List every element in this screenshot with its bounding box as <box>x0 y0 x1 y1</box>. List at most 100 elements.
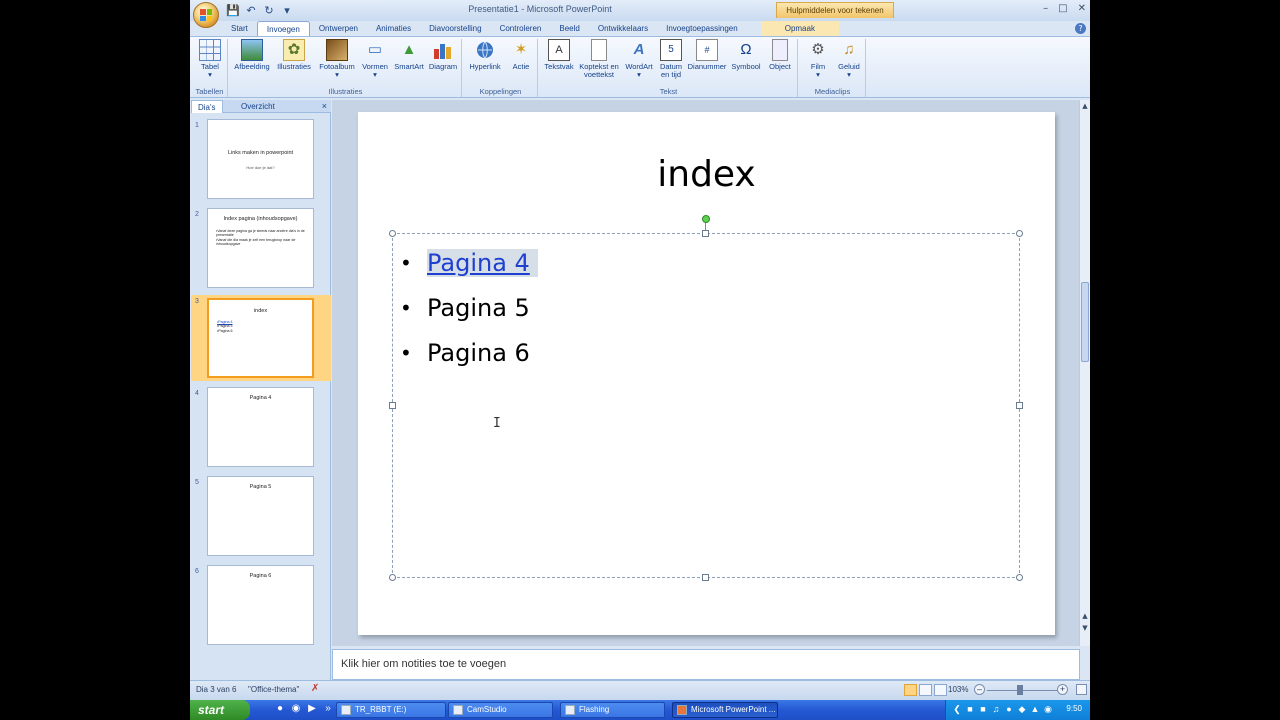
zoom-level[interactable]: 103% <box>948 685 968 694</box>
task-camstudio[interactable]: CamStudio <box>448 702 553 718</box>
vertical-scrollbar[interactable]: ▲ ▲ ▼ <box>1079 100 1090 646</box>
tab-overzicht[interactable]: Overzicht <box>235 100 281 113</box>
symbool-button[interactable]: Ω Symbool <box>728 39 764 71</box>
tab-dias[interactable]: Dia's <box>191 100 223 113</box>
illustraties-button[interactable]: ✿ Illustraties <box>274 39 314 71</box>
maximize-button[interactable]: □ <box>1058 3 1067 14</box>
zoom-in-icon[interactable]: + <box>1057 684 1068 695</box>
afbeelding-button[interactable]: Afbeelding <box>232 39 272 71</box>
zoom-slider[interactable] <box>987 690 1059 691</box>
smartart-button[interactable]: ▲ SmartArt <box>392 39 426 71</box>
slide-thumbnail-4[interactable]: 4 Pagina 4 <box>191 387 331 473</box>
slide-thumbnail-5[interactable]: 5 Pagina 5 <box>191 476 331 562</box>
tab-start[interactable]: Start <box>222 21 257 36</box>
thumbnail-title: Pagina 4 <box>249 395 272 401</box>
help-icon[interactable]: ? <box>1075 23 1086 34</box>
browser-icon[interactable]: ◉ <box>290 703 302 715</box>
diagram-button[interactable]: Diagram <box>426 39 460 71</box>
slide-number-icon: # <box>696 39 718 61</box>
panel-close-icon[interactable]: × <box>322 100 327 113</box>
task-powerpoint[interactable]: Microsoft PowerPoint ... <box>672 702 778 718</box>
tab-beeld[interactable]: Beeld <box>550 21 588 36</box>
geluid-button[interactable]: ♫ Geluid ▾ <box>834 39 864 79</box>
resize-handle[interactable] <box>702 230 709 237</box>
thumbnail: Links maken in powerpoint Hoe doe je dat… <box>207 119 314 199</box>
ribbon-tabs: Start Invoegen Ontwerpen Animaties Diavo… <box>222 21 839 36</box>
firefox-icon[interactable]: ● <box>274 703 286 715</box>
media-icon[interactable]: ▶ <box>306 703 318 715</box>
resize-handle[interactable] <box>389 230 396 237</box>
slide-thumbnail-1[interactable]: 1 Links maken in powerpoint Hoe doe je d… <box>191 119 331 205</box>
security-icon[interactable]: ■ <box>978 704 988 715</box>
slideshow-icon[interactable] <box>934 684 947 696</box>
fotoalbum-button[interactable]: Fotoalbum ▾ <box>316 39 358 79</box>
dianummer-button[interactable]: # Dianummer <box>686 39 728 71</box>
resize-handle[interactable] <box>389 402 396 409</box>
date-time-icon: 5 <box>660 39 682 61</box>
bullet-item: • Pagina 4 <box>400 240 538 285</box>
tab-animaties[interactable]: Animaties <box>367 21 420 36</box>
tab-invoegtoepassingen[interactable]: Invoegtoepassingen <box>657 21 747 36</box>
close-button[interactable]: ✕ <box>1078 3 1086 14</box>
tab-controleren[interactable]: Controleren <box>491 21 551 36</box>
scroll-thumb[interactable] <box>1081 282 1089 362</box>
hyperlink-button[interactable]: Hyperlink <box>466 39 504 71</box>
actie-button[interactable]: ✶ Actie <box>506 39 536 71</box>
wordart-button[interactable]: A WordArt ▾ <box>622 39 656 79</box>
antivirus-icon[interactable]: ▲ <box>1030 704 1040 715</box>
resize-handle[interactable] <box>702 574 709 581</box>
volume-icon[interactable]: ♫ <box>991 704 1001 715</box>
spellcheck-icon[interactable]: ✗ <box>311 683 319 694</box>
slide-thumbnail-6[interactable]: 6 Pagina 6 <box>191 565 331 651</box>
fit-to-window-icon[interactable] <box>1076 684 1087 695</box>
slide-thumbnail-3[interactable]: 3 index Pagina 4 Pagina 5 Pagina 6 <box>191 295 331 381</box>
hyperlink-pagina-4[interactable]: Pagina 4 <box>427 248 538 277</box>
start-button[interactable]: start <box>190 700 250 720</box>
task-tr-rbbt[interactable]: TR_RBBT (E:) <box>336 702 446 718</box>
tabel-button[interactable]: Tabel ▾ <box>196 39 224 79</box>
datum-button[interactable]: 5 Datum en tijd <box>656 39 686 79</box>
scroll-up-icon[interactable]: ▲ <box>1080 102 1090 110</box>
tab-opmaak[interactable]: Opmaak <box>760 21 839 36</box>
camera-icon[interactable]: ◉ <box>1043 704 1053 715</box>
slide-thumbnail-2[interactable]: 2 Index pagina (inhoudsopgave) Vanaf dez… <box>191 208 331 294</box>
notes-pane[interactable]: Klik hier om notities toe te voegen <box>332 649 1080 680</box>
wordart-icon: A <box>633 41 645 58</box>
film-button[interactable]: ⚙ Film ▾ <box>802 39 834 79</box>
zoom-slider-knob[interactable] <box>1017 685 1023 695</box>
powerpoint-icon <box>677 705 687 715</box>
bullet-text[interactable]: Pagina 5 <box>427 294 530 322</box>
slide-number: 6 <box>195 568 199 575</box>
vormen-button[interactable]: ▭ Vormen ▾ <box>358 39 392 79</box>
context-tools-label: Hulpmiddelen voor tekenen <box>776 2 894 18</box>
network-icon[interactable]: ■ <box>965 704 975 715</box>
slide-sorter-icon[interactable] <box>919 684 932 696</box>
tab-ontwerpen[interactable]: Ontwerpen <box>310 21 367 36</box>
messenger-icon[interactable]: ● <box>1004 704 1014 715</box>
minimize-button[interactable]: – <box>1043 3 1048 14</box>
rotate-handle[interactable] <box>702 215 710 223</box>
resize-handle[interactable] <box>1016 402 1023 409</box>
quick-launch: ● ◉ ▶ » <box>274 703 334 715</box>
update-icon[interactable]: ◆ <box>1017 704 1027 715</box>
resize-handle[interactable] <box>1016 230 1023 237</box>
resize-handle[interactable] <box>1016 574 1023 581</box>
expand-icon[interactable]: » <box>322 703 334 715</box>
slide-title[interactable]: index <box>358 154 1055 195</box>
slide-canvas[interactable]: index • Pagina 4 • Pagina 5 • Pagina 6 I <box>358 112 1055 635</box>
koptekst-button[interactable]: Koptekst en voettekst <box>576 39 622 79</box>
next-slide-icon[interactable]: ▼ <box>1080 624 1090 632</box>
tab-invoegen[interactable]: Invoegen <box>256 21 310 36</box>
office-button[interactable] <box>193 2 219 28</box>
object-button[interactable]: Object <box>764 39 796 71</box>
tab-ontwikkelaars[interactable]: Ontwikkelaars <box>589 21 657 36</box>
back-icon[interactable]: ❮ <box>952 704 962 715</box>
resize-handle[interactable] <box>389 574 396 581</box>
zoom-out-icon[interactable]: – <box>974 684 985 695</box>
task-flashing[interactable]: Flashing <box>560 702 665 718</box>
bullet-text[interactable]: Pagina 6 <box>427 339 530 367</box>
tekstvak-button[interactable]: A Tekstvak <box>542 39 576 71</box>
tab-diavoorstelling[interactable]: Diavoorstelling <box>420 21 490 36</box>
prev-slide-icon[interactable]: ▲ <box>1080 612 1090 620</box>
normal-view-icon[interactable] <box>904 684 917 696</box>
